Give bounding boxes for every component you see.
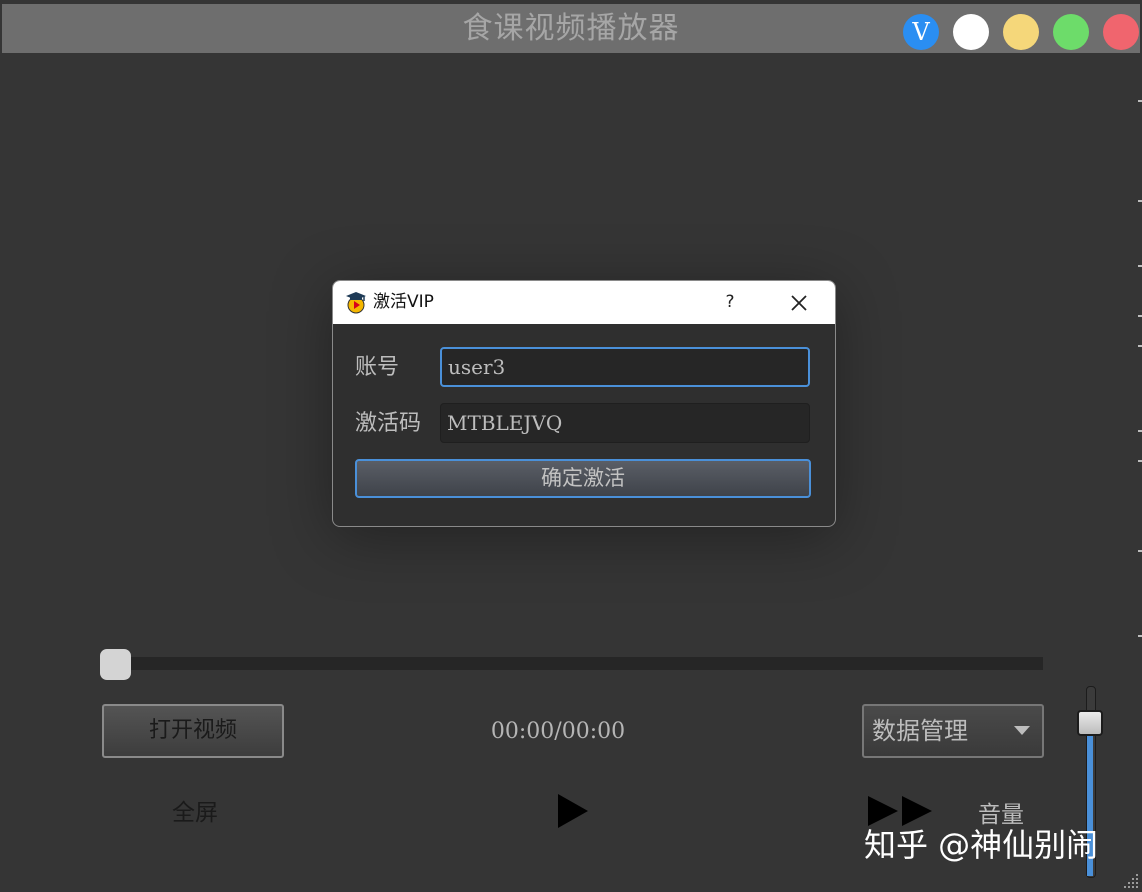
titlebar[interactable]: 食课视频播放器 V (2, 4, 1140, 53)
vip-activation-dialog: 激活VIP ? 账号 user3 激活码 MTBLEJVQ 确定激活 (332, 280, 836, 527)
white-circle-button[interactable] (953, 14, 989, 50)
dialog-title: 激活VIP (373, 292, 434, 312)
activation-code-label: 激活码 (355, 411, 422, 436)
data-management-value: 数据管理 (872, 717, 968, 745)
seek-handle[interactable] (100, 649, 131, 680)
volume-slider-handle[interactable] (1077, 710, 1103, 736)
resize-grip-icon[interactable] (1120, 870, 1140, 890)
maximize-button[interactable] (1053, 14, 1089, 50)
activation-code-input[interactable]: MTBLEJVQ (440, 403, 810, 443)
edge-marks (1138, 90, 1142, 790)
confirm-activate-button[interactable]: 确定激活 (355, 459, 811, 498)
app-logo-icon (346, 292, 366, 314)
seek-track[interactable] (112, 657, 1043, 670)
help-button[interactable]: ? (718, 281, 742, 324)
fullscreen-button[interactable]: 全屏 (160, 796, 230, 830)
play-icon[interactable] (556, 792, 590, 830)
dialog-close-icon[interactable] (785, 289, 813, 317)
chevron-down-icon (1014, 726, 1030, 735)
close-button[interactable] (1103, 14, 1139, 50)
account-input[interactable]: user3 (440, 347, 810, 387)
dialog-header[interactable]: 激活VIP ? (333, 281, 835, 324)
data-management-select[interactable]: 数据管理 (862, 704, 1044, 758)
minimize-button[interactable] (1003, 14, 1039, 50)
vip-button[interactable]: V (903, 14, 939, 50)
account-label: 账号 (355, 355, 400, 380)
watermark: 知乎 @神仙别闹 (864, 826, 1099, 864)
open-video-button[interactable]: 打开视频 (102, 704, 284, 758)
time-display: 00:00/00:00 (490, 719, 626, 744)
player-window: 食课视频播放器 V 激活VIP ? 账号 user3 激活码 MTBLEJVQ … (0, 0, 1142, 892)
